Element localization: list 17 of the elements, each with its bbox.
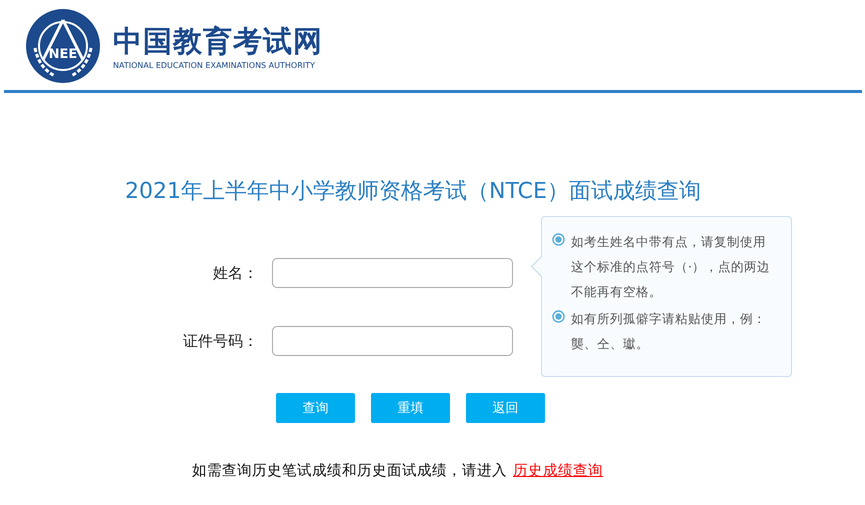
action-button[interactable]: 查询 (276, 393, 355, 423)
site-name-english: NATIONAL EDUCATION EXAMINATIONS AUTHORITY (113, 60, 316, 70)
action-button[interactable]: 返回 (466, 393, 545, 423)
field-label: 姓名： (212, 264, 259, 282)
history-link[interactable]: 历史成绩查询 (513, 461, 603, 480)
input-field[interactable] (272, 258, 513, 288)
emblem-logo: NEE (25, 8, 101, 84)
tip-text: 如有所列孤僻字请粘贴使用，例：龑、仝、瓛。 (571, 310, 767, 353)
footer-text: 如需查询历史笔试成绩和历史面试成绩，请进入 (192, 462, 507, 480)
input-field[interactable] (272, 326, 513, 356)
field-label: 证件号码： (182, 332, 259, 350)
bullet-icon (552, 310, 565, 323)
bullet-icon (552, 233, 565, 246)
site-name: 中国教育考试网 (113, 22, 323, 58)
page-title: 2021年上半年中小学教师资格考试（NTCE）面试成绩查询 (125, 178, 702, 206)
tip-text: 如考生姓名中带有点，请复制使用这个标准的点符号（·），点的两边不能再有空格。 (571, 233, 771, 301)
action-button[interactable]: 重填 (371, 393, 450, 423)
